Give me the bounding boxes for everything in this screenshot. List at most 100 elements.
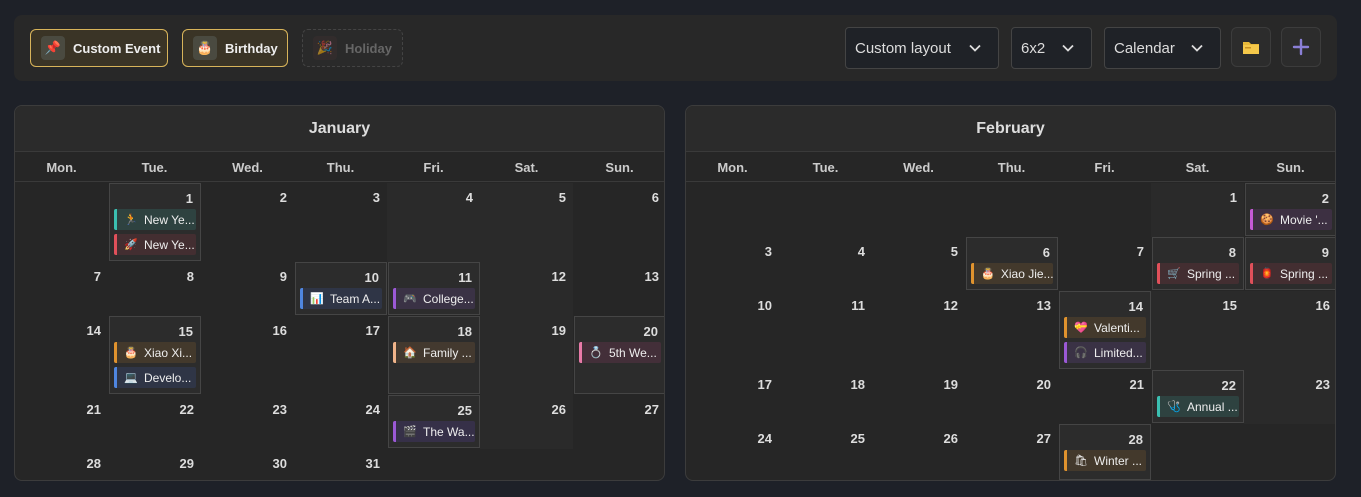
event-chip[interactable]: 🍪 Movie '... — [1250, 209, 1332, 230]
day-cell[interactable]: 2 — [201, 183, 294, 262]
day-number: 23 — [272, 402, 287, 417]
day-cell[interactable]: 6 — [573, 183, 664, 262]
event-title: Winter ... — [1094, 453, 1143, 468]
day-cell[interactable]: 15 — [1151, 291, 1244, 370]
day-cell[interactable]: 24 — [294, 395, 387, 449]
day-cell[interactable]: 9 — [201, 262, 294, 316]
day-cell[interactable]: 19 — [480, 316, 573, 395]
event-chip[interactable]: 🎮 College... — [393, 288, 475, 309]
day-number: 9 — [279, 269, 287, 284]
day-cell[interactable]: 1 🏃 New Ye... 🚀 New Ye... — [109, 183, 201, 261]
day-cell[interactable]: 1 — [1151, 183, 1244, 237]
day-cell[interactable]: 27 — [965, 424, 1058, 480]
view-select-value: Calendar — [1114, 39, 1175, 57]
event-chip[interactable]: 🩺 Annual ... — [1157, 396, 1239, 417]
day-cell[interactable]: 27 — [573, 395, 664, 449]
event-chip[interactable]: 🎂 Xiao Jie... — [971, 263, 1053, 284]
day-cell[interactable]: 28 🛍 Winter ... — [1059, 424, 1151, 480]
day-number: 3 — [764, 244, 772, 259]
day-cell[interactable]: 19 — [872, 370, 965, 424]
day-cell[interactable]: 2 🍪 Movie '... — [1245, 183, 1335, 236]
day-number: 27 — [1036, 431, 1051, 446]
day-cell[interactable]: 4 — [779, 237, 872, 291]
day-number: 21 — [1129, 377, 1144, 392]
weekday-label: Thu. — [326, 159, 355, 175]
event-icon: 💻 — [124, 372, 138, 384]
day-cell[interactable]: 11 — [779, 291, 872, 370]
day-cell[interactable]: 7 — [1058, 237, 1151, 291]
day-cell[interactable]: 23 — [1244, 370, 1335, 424]
day-cell[interactable]: 11 🎮 College... — [388, 262, 480, 315]
event-chip[interactable]: 📊 Team A... — [300, 288, 382, 309]
day-cell[interactable]: 3 — [686, 237, 779, 291]
day-cell[interactable]: 8 🛒 Spring ... — [1152, 237, 1244, 290]
day-cell[interactable]: 7 — [15, 262, 108, 316]
day-cell[interactable]: 21 — [15, 395, 108, 449]
day-cell[interactable]: 22 — [108, 395, 201, 449]
day-cell[interactable]: 29 — [108, 449, 201, 480]
day-cell[interactable]: 31 — [294, 449, 387, 480]
event-chip[interactable]: 🏮 Spring ... — [1250, 263, 1332, 284]
day-cell[interactable]: 6 🎂 Xiao Jie... — [966, 237, 1058, 290]
day-cell[interactable]: 13 — [965, 291, 1058, 370]
day-cell[interactable]: 28 — [15, 449, 108, 480]
layout-select[interactable]: Custom layout — [845, 27, 999, 69]
event-chip[interactable]: 💝 Valenti... — [1064, 317, 1146, 338]
weekday-label: Wed. — [903, 159, 934, 175]
filter-birthday-button[interactable]: 🎂 Birthday — [182, 29, 288, 67]
day-cell[interactable]: 4 — [387, 183, 480, 262]
filter-holiday-button[interactable]: 🎉 Holiday — [302, 29, 403, 67]
day-cell[interactable]: 9 🏮 Spring ... — [1245, 237, 1335, 290]
day-cell[interactable]: 26 — [480, 395, 573, 449]
event-chip[interactable]: 💻 Develo... — [114, 367, 196, 388]
day-cell[interactable]: 15 🎂 Xiao Xi... 💻 Develo... — [109, 316, 201, 394]
day-cell[interactable]: 12 — [872, 291, 965, 370]
day-cell[interactable]: 17 — [686, 370, 779, 424]
day-cell[interactable]: 26 — [872, 424, 965, 480]
day-cell[interactable]: 20 — [965, 370, 1058, 424]
grid-select[interactable]: 6x2 — [1011, 27, 1092, 69]
day-cell[interactable]: 25 🎬 The Wa... — [388, 395, 480, 448]
view-select[interactable]: Calendar — [1104, 27, 1221, 69]
event-chip[interactable]: 🎂 Xiao Xi... — [114, 342, 196, 363]
day-cell[interactable]: 23 — [201, 395, 294, 449]
event-chip[interactable]: 🏠 Family ... — [393, 342, 475, 363]
day-cell[interactable]: 14 💝 Valenti... 🎧 Limited... — [1059, 291, 1151, 369]
day-cell[interactable]: 21 — [1058, 370, 1151, 424]
day-cell[interactable]: 24 — [686, 424, 779, 480]
event-chip[interactable]: 🛒 Spring ... — [1157, 263, 1239, 284]
day-cell[interactable]: 14 — [15, 316, 108, 395]
day-cell[interactable]: 22 🩺 Annual ... — [1152, 370, 1244, 423]
event-chip[interactable]: 🛍 Winter ... — [1064, 450, 1146, 471]
chevron-down-icon — [1191, 44, 1203, 52]
day-cell[interactable]: 5 — [480, 183, 573, 262]
day-cell[interactable]: 25 — [779, 424, 872, 480]
day-cell[interactable]: 20 💍 5th We... — [574, 316, 664, 394]
day-cell[interactable]: 16 — [201, 316, 294, 395]
day-number: 15 — [178, 324, 193, 339]
add-event-button[interactable] — [1281, 27, 1321, 67]
day-cell[interactable]: 5 — [872, 237, 965, 291]
event-icon: 🩺 — [1167, 401, 1181, 413]
day-cell[interactable]: 10 📊 Team A... — [295, 262, 387, 315]
event-chip[interactable]: 💍 5th We... — [579, 342, 661, 363]
day-cell[interactable]: 3 — [294, 183, 387, 262]
event-chip[interactable]: 🚀 New Ye... — [114, 234, 196, 255]
day-cell[interactable]: 16 — [1244, 291, 1335, 370]
event-chip[interactable]: 🏃 New Ye... — [114, 209, 196, 230]
day-number: 18 — [457, 324, 472, 339]
day-cell[interactable]: 18 — [779, 370, 872, 424]
filter-custom-event-button[interactable]: 📌 Custom Event — [30, 29, 168, 67]
event-chip[interactable]: 🎧 Limited... — [1064, 342, 1146, 363]
day-cell[interactable]: 10 — [686, 291, 779, 370]
day-cell[interactable]: 30 — [201, 449, 294, 480]
open-folder-button[interactable] — [1231, 27, 1271, 67]
day-cell[interactable]: 18 🏠 Family ... — [388, 316, 480, 394]
day-cell[interactable]: 8 — [108, 262, 201, 316]
day-cell[interactable]: 12 — [480, 262, 573, 316]
day-number: 5 — [950, 244, 958, 259]
day-cell[interactable]: 17 — [294, 316, 387, 395]
day-cell[interactable]: 13 — [573, 262, 664, 316]
weekday-header: Mon. Tue. Wed. Thu. Fri. Sat. Sun. — [15, 152, 664, 182]
event-chip[interactable]: 🎬 The Wa... — [393, 421, 475, 442]
